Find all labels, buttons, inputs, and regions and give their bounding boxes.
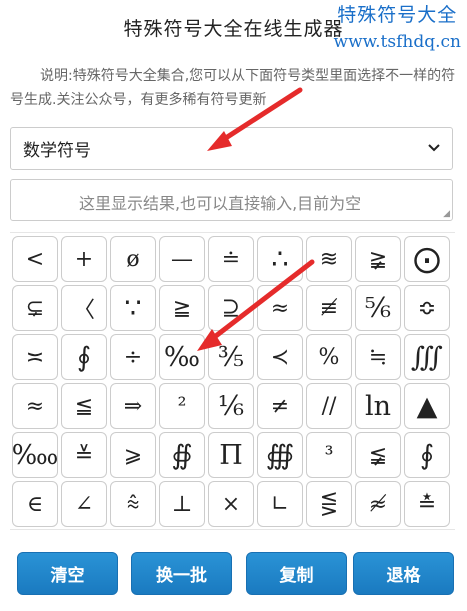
symbol-button[interactable]: ∮	[61, 334, 107, 380]
symbol-button[interactable]: <	[12, 236, 58, 282]
category-select-value: 数学符号	[23, 141, 91, 161]
symbol-button[interactable]: ≧	[159, 285, 205, 331]
symbol-button[interactable]: ÷	[110, 334, 156, 380]
symbol-button[interactable]: ⅙	[208, 383, 254, 429]
symbol-button[interactable]: ≍	[12, 334, 58, 380]
symbol-button[interactable]: ≨	[355, 432, 401, 478]
symbol-button[interactable]: ≒	[355, 334, 401, 380]
symbol-button[interactable]: //	[306, 383, 352, 429]
symbol-button[interactable]: ⅚	[355, 285, 401, 331]
symbol-button[interactable]: ø	[110, 236, 156, 282]
symbol-button[interactable]: ≚	[61, 432, 107, 478]
symbol-button[interactable]: +	[61, 236, 107, 282]
symbol-button[interactable]: ≋	[306, 236, 352, 282]
symbol-button[interactable]: ³	[306, 432, 352, 478]
next-batch-button[interactable]: 换一批	[131, 552, 232, 595]
symbol-button[interactable]: ⩯	[110, 481, 156, 527]
symbol-button[interactable]: ∯	[159, 432, 205, 478]
symbol-button[interactable]: ⊊	[12, 285, 58, 331]
result-textarea[interactable]: 这里显示结果,也可以直接输入,目前为空 ◢	[10, 179, 453, 221]
symbol-button[interactable]: ⨀	[404, 236, 450, 282]
symbol-button[interactable]: ≎	[404, 285, 450, 331]
symbol-button[interactable]: ≦	[61, 383, 107, 429]
symbol-button[interactable]: ⊇	[208, 285, 254, 331]
symbol-button[interactable]: 〈	[61, 285, 107, 331]
symbol-button[interactable]: ⩾	[110, 432, 156, 478]
symbol-button[interactable]: Π	[208, 432, 254, 478]
watermark-line1: 特殊符号大全	[337, 4, 458, 26]
symbol-button[interactable]: ∴	[257, 236, 303, 282]
symbol-button[interactable]: ⊥	[159, 481, 205, 527]
chevron-down-icon	[428, 141, 440, 156]
symbol-button[interactable]: ≐	[208, 236, 254, 282]
symbol-button[interactable]: ‱	[12, 432, 58, 478]
backspace-button[interactable]: 退格	[353, 552, 454, 595]
symbol-button[interactable]: ▲	[404, 383, 450, 429]
description-text: 说明:特殊符号大全集合,您可以从下面符号类型里面选择不一样的符号生成.关注公众号…	[10, 68, 456, 108]
symbol-button[interactable]: %	[306, 334, 352, 380]
symbol-button[interactable]: ∈	[12, 481, 58, 527]
symbol-button[interactable]: ≉	[355, 481, 401, 527]
symbol-button[interactable]: ²	[159, 383, 205, 429]
copy-button[interactable]: 复制	[246, 552, 347, 595]
symbol-button[interactable]: ⋚	[306, 481, 352, 527]
symbol-grid: < + ø — ≐ ∴ ≋ ≩ ⨀ ⊊ 〈 ∵ ≧ ⊇ ≈ ≢ ⅚ ≎ ≍ ∮ ÷ ‰ ⅗ ≺% ≒ ∭ ≈ ≦ ⇒ ² ⅙ ≠//ln ▲ ‱ ≚…	[10, 232, 455, 530]
watermark: 特殊符号大全 www.tsfhdq.cn	[334, 2, 461, 56]
clear-button[interactable]: 清空	[17, 552, 118, 595]
symbol-button[interactable]: ≛	[404, 481, 450, 527]
symbol-button[interactable]: ‰	[159, 334, 205, 380]
symbol-button[interactable]: ∵	[110, 285, 156, 331]
symbol-button[interactable]: ≺	[257, 334, 303, 380]
symbol-button[interactable]: ≩	[355, 236, 401, 282]
symbol-button[interactable]: ×	[208, 481, 254, 527]
category-select[interactable]: 数学符号	[10, 127, 453, 170]
symbol-button[interactable]: ≠	[257, 383, 303, 429]
symbol-button[interactable]: ∮	[404, 432, 450, 478]
symbol-button[interactable]: —	[159, 236, 205, 282]
symbol-button[interactable]: ∠	[61, 481, 107, 527]
symbol-button[interactable]: ln	[355, 383, 401, 429]
symbol-button[interactable]: ≢	[306, 285, 352, 331]
symbol-button[interactable]: ∰	[257, 432, 303, 478]
symbol-button[interactable]: ∟	[257, 481, 303, 527]
symbol-button[interactable]: ≈	[257, 285, 303, 331]
symbol-button[interactable]: ⅗	[208, 334, 254, 380]
watermark-line2: www.tsfhdq.cn	[333, 32, 461, 52]
symbol-button[interactable]: ≈	[12, 383, 58, 429]
symbol-button[interactable]: ∭	[404, 334, 450, 380]
resize-handle-icon[interactable]: ◢	[443, 209, 450, 219]
result-placeholder: 这里显示结果,也可以直接输入,目前为空	[79, 194, 362, 213]
symbol-button[interactable]: ⇒	[110, 383, 156, 429]
